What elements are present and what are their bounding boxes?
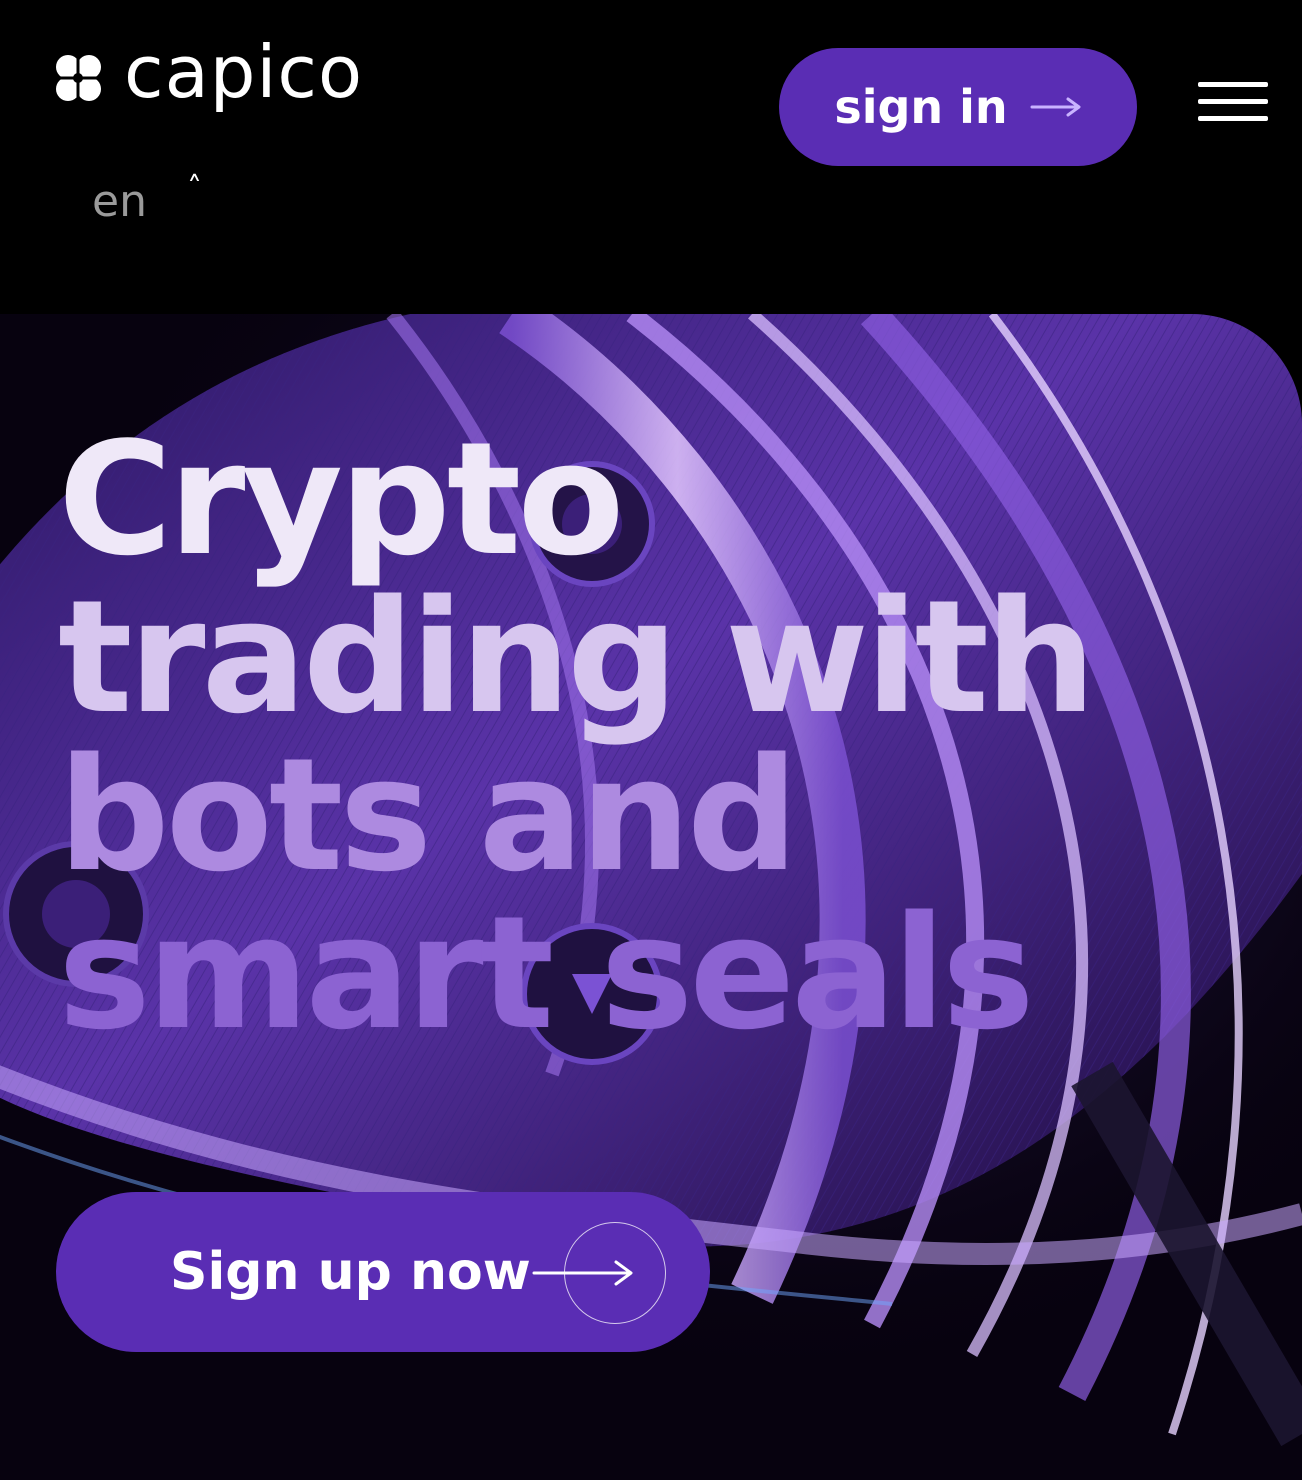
menu-line [1198, 116, 1268, 121]
headline-line-1: Crypto [58, 408, 625, 590]
clover-logo-icon [54, 54, 102, 102]
headline-line-3: bots and [58, 724, 799, 906]
hamburger-menu-icon[interactable] [1198, 82, 1270, 124]
hero-headline: Crypto trading with bots and smart seals [58, 420, 1158, 1052]
headline-line-2: trading with [58, 566, 1096, 748]
language-selector[interactable]: en ˄ [92, 172, 202, 232]
language-label: en [92, 176, 147, 227]
menu-line [1198, 99, 1268, 104]
headline-line-4: smart seals [58, 882, 1035, 1064]
brand-logo[interactable]: capico [50, 36, 363, 114]
sign-up-button[interactable]: Sign up now [56, 1192, 710, 1352]
sign-up-label: Sign up now [170, 1242, 531, 1302]
sign-in-button[interactable]: sign in [779, 48, 1137, 166]
arrow-right-icon [532, 1260, 633, 1286]
site-header: capico sign in en ˄ [0, 0, 1302, 240]
menu-line [1198, 82, 1268, 87]
sign-in-label: sign in [834, 80, 1008, 134]
chevron-up-icon: ˄ [186, 171, 202, 206]
arrow-right-icon [1030, 97, 1081, 117]
brand-name: capico [124, 30, 364, 114]
